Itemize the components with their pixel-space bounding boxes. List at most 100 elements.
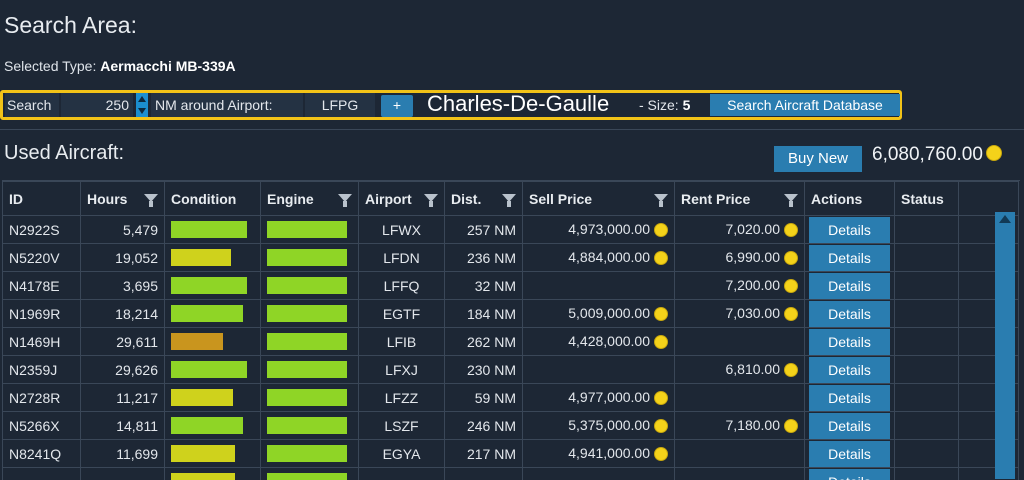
filter-funnel-icon[interactable] — [144, 194, 158, 202]
condition-bar — [171, 389, 233, 406]
cell-actions: Details — [805, 412, 895, 440]
rent-price-value: 7,030.00 — [726, 305, 781, 321]
coin-icon — [784, 419, 798, 433]
selected-type-value: Aermacchi MB-339A — [100, 58, 235, 74]
table-row[interactable]: N2728R11,217LFZZ59 NM4,977,000.00Details — [3, 384, 1019, 412]
table-row[interactable]: N5220V19,052LFDN236 NM4,884,000.006,990.… — [3, 244, 1019, 272]
scroll-up-arrow-icon[interactable] — [999, 215, 1011, 223]
engine-bar — [267, 389, 347, 406]
cell-airport: LSZF — [359, 412, 445, 440]
cell-engine — [261, 272, 359, 300]
cell-airport: LFWX — [359, 216, 445, 244]
filter-funnel-icon[interactable] — [338, 194, 352, 202]
coin-icon — [784, 307, 798, 321]
sell-price-value: 4,941,000.00 — [568, 445, 650, 461]
table-row[interactable]: Details — [3, 468, 1019, 480]
condition-bar — [171, 361, 247, 378]
condition-bar — [171, 333, 223, 350]
cell-dist: 32 NM — [445, 272, 523, 300]
radius-input[interactable]: 250 — [61, 93, 133, 117]
sell-price-value: 5,009,000.00 — [568, 305, 650, 321]
details-button[interactable]: Details — [809, 441, 890, 467]
cell-status — [895, 244, 959, 272]
condition-bar — [171, 221, 247, 238]
details-button[interactable]: Details — [809, 469, 890, 480]
cell-id — [3, 468, 81, 480]
column-header-rent-price[interactable]: Rent Price — [675, 182, 805, 216]
details-button[interactable]: Details — [809, 273, 890, 299]
selected-type-label: Selected Type: — [4, 58, 96, 74]
cell-id: N1469H — [3, 328, 81, 356]
table-row[interactable]: N5266X14,811LSZF246 NM5,375,000.007,180.… — [3, 412, 1019, 440]
column-header-sell-price[interactable]: Sell Price — [523, 182, 675, 216]
details-button[interactable]: Details — [809, 385, 890, 411]
details-button[interactable]: Details — [809, 301, 890, 327]
cell-airport: LFFQ — [359, 272, 445, 300]
cell-status — [895, 468, 959, 480]
engine-bar — [267, 305, 347, 322]
filter-funnel-icon[interactable] — [502, 194, 516, 202]
cell-rent-price: 6,810.00 — [675, 356, 805, 384]
airport-name: Charles-De-Gaulle — [427, 89, 609, 113]
column-header-id[interactable]: ID — [3, 182, 81, 216]
table-row[interactable]: N1469H29,611LFIB262 NM4,428,000.00Detail… — [3, 328, 1019, 356]
cell-id: N5220V — [3, 244, 81, 272]
cell-dist: 262 NM — [445, 328, 523, 356]
cell-rent-price: 6,990.00 — [675, 244, 805, 272]
aircraft-table: ID Hours Condition Engine Airport Dist. … — [2, 181, 1019, 480]
cell-dist: 257 NM — [445, 216, 523, 244]
cell-status — [895, 384, 959, 412]
details-button[interactable]: Details — [809, 413, 890, 439]
cell-engine — [261, 300, 359, 328]
table-row[interactable]: N2922S5,479LFWX257 NM4,973,000.007,020.0… — [3, 216, 1019, 244]
cell-hours: 19,052 — [81, 244, 165, 272]
cell-airport: LFZZ — [359, 384, 445, 412]
filter-funnel-icon[interactable] — [654, 194, 668, 202]
cell-status — [895, 356, 959, 384]
vertical-scrollbar[interactable] — [995, 212, 1015, 479]
cell-hours: 3,695 — [81, 272, 165, 300]
cell-hours: 29,626 — [81, 356, 165, 384]
details-button[interactable]: Details — [809, 245, 890, 271]
condition-bar — [171, 277, 247, 294]
cell-hours: 29,611 — [81, 328, 165, 356]
table-row[interactable]: N8241Q11,699EGYA217 NM4,941,000.00Detail… — [3, 440, 1019, 468]
details-button[interactable]: Details — [809, 329, 890, 355]
cell-rent-price: 7,020.00 — [675, 216, 805, 244]
sell-price-value: 4,977,000.00 — [568, 389, 650, 405]
column-header-status: Status — [895, 182, 959, 216]
filter-funnel-icon[interactable] — [784, 194, 798, 202]
cell-condition — [165, 468, 261, 480]
cell-sell-price — [523, 272, 675, 300]
filter-funnel-icon[interactable] — [424, 194, 438, 202]
rent-price-value: 7,020.00 — [726, 221, 781, 237]
cell-sell-price: 4,428,000.00 — [523, 328, 675, 356]
column-header-airport[interactable]: Airport — [359, 182, 445, 216]
section-divider — [0, 129, 1024, 130]
coin-icon — [654, 391, 668, 405]
details-button[interactable]: Details — [809, 357, 890, 383]
coin-icon — [654, 419, 668, 433]
airport-code-input[interactable]: LFPG — [305, 93, 375, 117]
aircraft-table-container: ID Hours Condition Engine Airport Dist. … — [2, 180, 1020, 480]
search-aircraft-database-button[interactable]: Search Aircraft Database — [710, 94, 900, 116]
column-header-hours[interactable]: Hours — [81, 182, 165, 216]
selected-type: Selected Type: Aermacchi MB-339A — [4, 58, 236, 74]
add-airport-button[interactable]: + — [381, 95, 413, 117]
column-header-actions: Actions — [805, 182, 895, 216]
spinner-arrows-icon[interactable] — [136, 93, 148, 117]
table-row[interactable]: N1969R18,214EGTF184 NM5,009,000.007,030.… — [3, 300, 1019, 328]
condition-bar — [171, 445, 235, 462]
cell-rent-price — [675, 384, 805, 412]
engine-bar — [267, 361, 347, 378]
cell-sell-price — [523, 468, 675, 480]
column-header-condition[interactable]: Condition — [165, 182, 261, 216]
column-header-engine[interactable]: Engine — [261, 182, 359, 216]
details-button[interactable]: Details — [809, 217, 890, 243]
table-row[interactable]: N2359J29,626LFXJ230 NM6,810.00Details — [3, 356, 1019, 384]
buy-new-button[interactable]: Buy New — [774, 146, 862, 172]
rent-price-value: 7,200.00 — [726, 277, 781, 293]
table-row[interactable]: N4178E3,695LFFQ32 NM7,200.00Details — [3, 272, 1019, 300]
coin-icon — [654, 335, 668, 349]
column-header-dist[interactable]: Dist. — [445, 182, 523, 216]
